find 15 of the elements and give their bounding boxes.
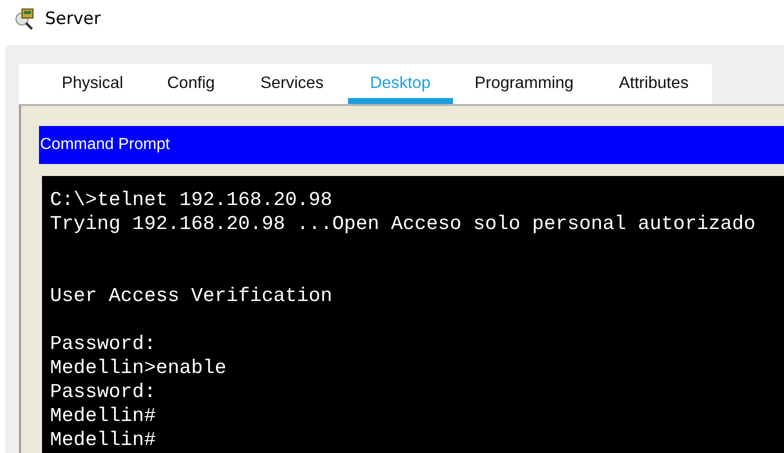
terminal-line: Password:: [50, 381, 156, 403]
terminal-line: Medellin#: [50, 429, 156, 451]
terminal-line: User Access Verification: [50, 285, 332, 307]
tab[interactable]: Services: [236, 64, 348, 104]
terminal-line: Trying 192.168.20.98 ...Open Acceso solo personal autorizado: [50, 213, 756, 235]
terminal-line: C:\>telnet 192.168.20.98: [50, 189, 332, 211]
terminal-line: Medellin>enable: [50, 357, 226, 379]
tab[interactable]: Attributes: [595, 64, 712, 104]
terminal-line: Medellin#: [50, 405, 156, 427]
window-title: Server: [45, 8, 101, 28]
tab[interactable]: Config: [146, 64, 236, 104]
terminal-line: Password:: [50, 333, 156, 355]
command-prompt-title-bar: Command Prompt: [39, 126, 784, 164]
tab[interactable]: Physical: [39, 64, 146, 104]
tab[interactable]: Programming: [452, 64, 596, 104]
